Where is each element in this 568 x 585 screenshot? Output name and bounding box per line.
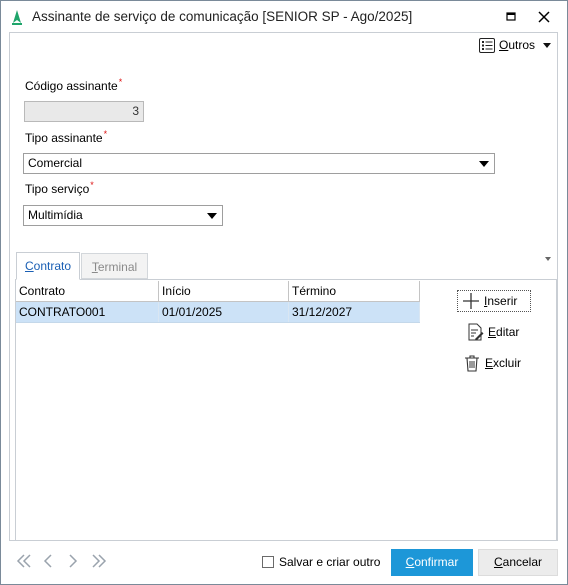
confirm-label: onfirmar [414, 555, 459, 569]
required-mark: * [103, 129, 108, 139]
dialog-window: Assinante de serviço de comunicação [SEN… [0, 0, 568, 585]
excluir-label: xcluir [493, 356, 522, 370]
required-mark: * [90, 180, 94, 190]
column-header-termino[interactable]: Término [289, 281, 420, 301]
editar-button[interactable]: Editar [466, 321, 519, 343]
table-header: Contrato Início Término [16, 281, 420, 302]
excluir-mnemonic: E [485, 356, 494, 370]
chevron-down-icon [543, 42, 552, 48]
last-record-icon[interactable] [90, 552, 108, 570]
column-header-contrato[interactable]: Contrato [16, 281, 159, 301]
cell-inicio: 01/01/2025 [159, 302, 289, 322]
tipo-servico-label: Tipo serviço* [25, 180, 94, 196]
trash-icon [465, 355, 479, 372]
tipo-servico-text: Tipo serviço [25, 182, 90, 196]
save-and-new-checkbox[interactable]: Salvar e criar outro [262, 555, 380, 569]
next-record-icon[interactable] [64, 552, 82, 570]
confirm-button[interactable]: Confirmar [391, 549, 473, 576]
plus-icon [463, 293, 479, 309]
tipo-servico-select[interactable]: Multimídia [23, 205, 223, 226]
dropdown-arrow-icon [479, 161, 489, 167]
editar-mnemonic: E [488, 325, 497, 339]
title-bar: Assinante de serviço de comunicação [SEN… [1, 1, 567, 32]
tipo-assinante-label: Tipo assinante* [25, 129, 108, 145]
codigo-assinante-field: 3 [24, 101, 144, 122]
list-icon [479, 37, 495, 53]
editar-label: ditar [496, 325, 520, 339]
excluir-button[interactable]: Excluir [463, 352, 521, 374]
scroll-down-icon[interactable] [545, 257, 551, 261]
save-and-new-label: Salvar e criar outro [279, 555, 381, 569]
codigo-assinante-text: Código assinante [25, 79, 118, 93]
inserir-button[interactable]: Inserir [457, 290, 531, 312]
edit-document-icon [468, 323, 484, 341]
checkbox-box[interactable] [262, 556, 274, 568]
tab-contrato-label: ontrato [33, 259, 72, 273]
first-record-icon[interactable] [15, 552, 33, 570]
cancel-mnemonic: C [493, 555, 503, 569]
cell-termino: 31/12/2027 [289, 302, 420, 322]
column-header-inicio[interactable]: Início [159, 281, 289, 301]
cancel-label: ancelar [502, 555, 543, 569]
previous-record-icon[interactable] [39, 552, 57, 570]
codigo-assinante-label: Código assinante* [25, 77, 123, 93]
outros-mnemonic: O [499, 38, 509, 52]
required-mark: * [118, 77, 123, 87]
tab-contrato[interactable]: Contrato [16, 252, 80, 280]
outros-menu-button[interactable]: Outros [479, 36, 552, 54]
table-row[interactable]: CONTRATO001 01/01/2025 31/12/2027 [16, 302, 420, 323]
cancel-button[interactable]: Cancelar [478, 549, 558, 576]
cell-contrato: CONTRATO001 [16, 302, 159, 322]
tipo-assinante-text: Tipo assinante [25, 131, 103, 145]
tipo-assinante-value: Comercial [28, 156, 83, 170]
contracts-table: Contrato Início Término CONTRATO001 01/0… [16, 281, 420, 323]
maximize-icon[interactable] [501, 8, 521, 26]
tab-contrato-mnemonic: C [24, 259, 34, 273]
close-icon[interactable] [534, 8, 554, 26]
tab-terminal[interactable]: Terminal [81, 253, 148, 279]
outros-label: utros [508, 38, 536, 52]
tab-terminal-label: erminal [97, 260, 138, 274]
tipo-servico-value: Multimídia [28, 208, 83, 222]
window-title: Assinante de serviço de comunicação [SEN… [32, 9, 413, 24]
dropdown-arrow-icon [207, 213, 217, 219]
tipo-assinante-select[interactable]: Comercial [23, 153, 495, 174]
inserir-label: nserir [487, 294, 518, 308]
app-logo-icon [12, 10, 22, 25]
